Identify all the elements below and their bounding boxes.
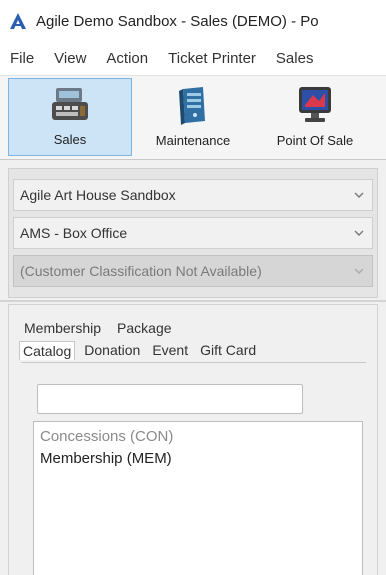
tab-divider (21, 362, 366, 363)
sales-channel-select[interactable]: AMS - Box Office (13, 217, 373, 249)
list-item[interactable]: Concessions (CON) (40, 426, 356, 448)
tab-catalog[interactable]: Catalog (19, 341, 76, 360)
sales-module-button[interactable]: Sales (8, 78, 132, 156)
list-item[interactable]: Membership (MEM) (40, 448, 356, 470)
tab-row-bottom: Catalog Donation Event Gift Card (19, 341, 259, 360)
sales-channel-value: AMS - Box Office (20, 225, 128, 241)
customer-classification-select: (Customer Classification Not Available) (13, 255, 373, 287)
agile-logo-icon (10, 13, 26, 29)
sales-module-label: Sales (53, 132, 87, 147)
menu-file[interactable]: File (10, 50, 34, 67)
catalog-panel: Membership Package Catalog Donation Even… (8, 304, 378, 575)
catalog-list[interactable]: Concessions (CON) Membership (MEM) (33, 421, 363, 575)
context-selectors: Agile Art House Sandbox AMS - Box Office… (8, 168, 378, 298)
organization-value: Agile Art House Sandbox (20, 187, 176, 203)
point-of-sale-module-label: Point Of Sale (276, 133, 354, 148)
module-toolbar: Sales Maintenance Point Of Sale (0, 76, 386, 160)
tab-gift-card[interactable]: Gift Card (197, 341, 259, 360)
maintenance-module-label: Maintenance (155, 133, 231, 148)
cash-register-icon (52, 88, 88, 120)
point-of-sale-module-button[interactable]: Point Of Sale (256, 78, 374, 156)
tab-event[interactable]: Event (149, 341, 191, 360)
server-icon (179, 87, 205, 125)
menu-view[interactable]: View (54, 50, 86, 67)
menu-sales[interactable]: Sales (276, 50, 314, 67)
chevron-down-icon (354, 268, 364, 274)
panel-splitter[interactable] (0, 300, 386, 302)
tab-package[interactable]: Package (114, 319, 174, 337)
menu-bar: File View Action Ticket Printer Sales (0, 42, 386, 76)
chevron-down-icon (354, 230, 364, 236)
tab-row-top: Membership Package (21, 319, 175, 337)
catalog-search-input[interactable] (37, 384, 303, 414)
organization-select[interactable]: Agile Art House Sandbox (13, 179, 373, 211)
tab-donation[interactable]: Donation (81, 341, 143, 360)
tab-membership[interactable]: Membership (21, 319, 104, 337)
monitor-icon (299, 87, 331, 122)
customer-classification-value: (Customer Classification Not Available) (20, 263, 262, 279)
maintenance-module-button[interactable]: Maintenance (136, 78, 250, 156)
window-title: Agile Demo Sandbox - Sales (DEMO) - Po (36, 12, 319, 30)
chevron-down-icon (354, 192, 364, 198)
menu-ticket-printer[interactable]: Ticket Printer (168, 50, 256, 67)
menu-action[interactable]: Action (106, 50, 148, 67)
title-bar: Agile Demo Sandbox - Sales (DEMO) - Po (0, 0, 386, 42)
